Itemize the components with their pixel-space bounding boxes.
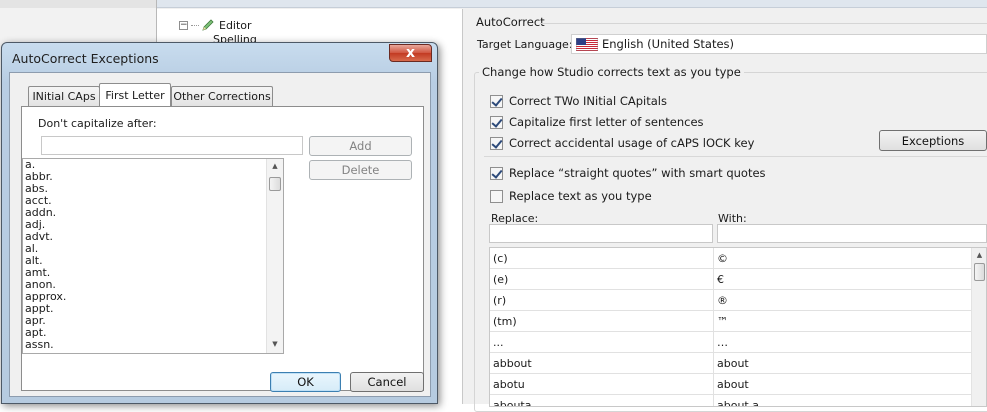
checkbox[interactable] [490, 115, 503, 129]
list-item[interactable]: amt. [23, 267, 283, 279]
table-row[interactable]: (tm) ™ [490, 311, 986, 332]
checkbox[interactable] [490, 189, 503, 203]
table-row[interactable]: abotu about [490, 374, 986, 395]
scroll-up-arrow-icon[interactable]: ▲ [972, 248, 986, 263]
table-cell-replace: abouta [490, 395, 714, 406]
list-item[interactable]: appt. [23, 303, 283, 315]
list-item[interactable]: assn. [23, 339, 283, 351]
tab-initial-caps[interactable]: INitial CAps [28, 86, 100, 106]
option-correct-two-initial-capitals[interactable]: Correct TWo INitial CApitals [490, 94, 667, 108]
scroll-down-arrow-icon[interactable]: ▼ [267, 337, 283, 352]
list-item[interactable]: apr. [23, 315, 283, 327]
table-cell-replace: (tm) [490, 311, 714, 332]
replace-input[interactable] [489, 224, 713, 243]
background-strip [0, 0, 160, 8]
window-top-bar [157, 0, 987, 8]
target-language-value: English (United States) [602, 37, 735, 51]
option-smart-quotes[interactable]: Replace “straight quotes” with smart quo… [490, 166, 766, 180]
ok-button[interactable]: OK [270, 372, 341, 392]
option-label: Replace text as you type [509, 189, 652, 203]
table-row[interactable]: (r) ® [490, 290, 986, 311]
exceptions-button[interactable]: Exceptions [879, 130, 987, 151]
list-item[interactable]: alt. [23, 255, 283, 267]
list-item[interactable]: adj. [23, 219, 283, 231]
option-label: Capitalize first letter of sentences [509, 115, 704, 129]
table-cell-with: about a [714, 395, 972, 406]
table-row[interactable]: abbout about [490, 353, 986, 374]
list-item[interactable]: apt. [23, 327, 283, 339]
checkbox[interactable] [490, 94, 503, 108]
table-scrollbar[interactable]: ▲ [971, 248, 986, 406]
scrollbar-thumb[interactable] [974, 263, 985, 281]
table-cell-with: € [714, 269, 972, 290]
option-replace-text[interactable]: Replace text as you type [490, 189, 652, 203]
add-button[interactable]: Add [309, 136, 412, 156]
option-label: Replace “straight quotes” with smart quo… [509, 166, 766, 180]
collapse-icon[interactable]: − [179, 20, 188, 30]
scroll-up-arrow-icon[interactable]: ▲ [267, 159, 283, 174]
delete-button[interactable]: Delete [309, 160, 412, 180]
table-cell-with: about [714, 353, 972, 374]
list-item[interactable]: advt. [23, 231, 283, 243]
table-cell-with: … [714, 332, 972, 353]
list-item[interactable]: approx. [23, 291, 283, 303]
table-row[interactable]: ... … [490, 332, 986, 353]
table-cell-replace: (c) [490, 248, 714, 269]
option-label: Correct TWo INitial CApitals [509, 94, 667, 108]
list-item[interactable]: abbr. [23, 171, 283, 183]
autocorrect-section-header: AutoCorrect [474, 15, 987, 29]
list-item[interactable]: acct. [23, 195, 283, 207]
cancel-button[interactable]: Cancel [350, 372, 424, 392]
table-cell-replace: abbout [490, 353, 714, 374]
table-cell-with: ™ [714, 311, 972, 332]
option-capitalize-first-letter[interactable]: Capitalize first letter of sentences [490, 115, 704, 129]
table-cell-replace: abotu [490, 374, 714, 395]
tab-first-letter[interactable]: First Letter [99, 83, 171, 106]
section-divider [540, 23, 987, 24]
exception-entry-input[interactable] [41, 136, 303, 155]
list-item[interactable]: a. [23, 159, 283, 171]
tree-item-editor[interactable]: − Editor [179, 17, 252, 33]
option-label: Correct accidental usage of cAPS lOCK ke… [509, 136, 755, 150]
section-title: AutoCorrect [476, 15, 551, 29]
option-correct-caps-lock[interactable]: Correct accidental usage of cAPS lOCK ke… [490, 136, 754, 150]
dialog-title: AutoCorrect Exceptions [12, 51, 159, 66]
target-language-select[interactable]: English (United States) [571, 34, 987, 54]
exception-word-list: a. abbr. abs. acct. addn. adj. advt. al.… [22, 158, 284, 354]
checkbox[interactable] [490, 166, 503, 180]
tab-other-corrections[interactable]: Other Corrections [171, 86, 273, 106]
tree-connector [191, 24, 199, 26]
table-row[interactable]: (c) © [490, 248, 986, 269]
replacement-table: (c) © (e) € (r) ® (tm) ™ ... … abbout ab… [489, 247, 987, 407]
autocorrect-exceptions-dialog: AutoCorrect Exceptions x INitial CAps Fi… [1, 42, 438, 404]
table-cell-replace: (e) [490, 269, 714, 290]
close-button[interactable]: x [389, 44, 432, 62]
table-cell-with: about [714, 374, 972, 395]
pencil-icon [202, 19, 214, 31]
table-cell-with: ® [714, 290, 972, 311]
list-item[interactable]: abs. [23, 183, 283, 195]
table-row[interactable]: abouta about a [490, 395, 986, 406]
dont-capitalize-label: Don't capitalize after: [38, 117, 157, 130]
checkbox[interactable] [490, 136, 503, 150]
list-item[interactable]: al. [23, 243, 283, 255]
scrollbar-thumb[interactable] [269, 177, 281, 191]
list-item[interactable]: addn. [23, 207, 283, 219]
with-input[interactable] [717, 224, 987, 243]
table-cell-replace: (r) [490, 290, 714, 311]
target-language-label: Target Language: [477, 38, 573, 51]
table-row[interactable]: (e) € [490, 269, 986, 290]
word-list-scrollbar[interactable]: ▲ ▼ [266, 159, 283, 353]
tree-item-label: Editor [219, 18, 252, 32]
change-group-label: Change how Studio corrects text as you t… [479, 65, 744, 79]
options-divider [484, 156, 987, 157]
table-cell-with: © [714, 248, 972, 269]
us-flag-icon [576, 37, 598, 51]
table-cell-replace: ... [490, 332, 714, 353]
